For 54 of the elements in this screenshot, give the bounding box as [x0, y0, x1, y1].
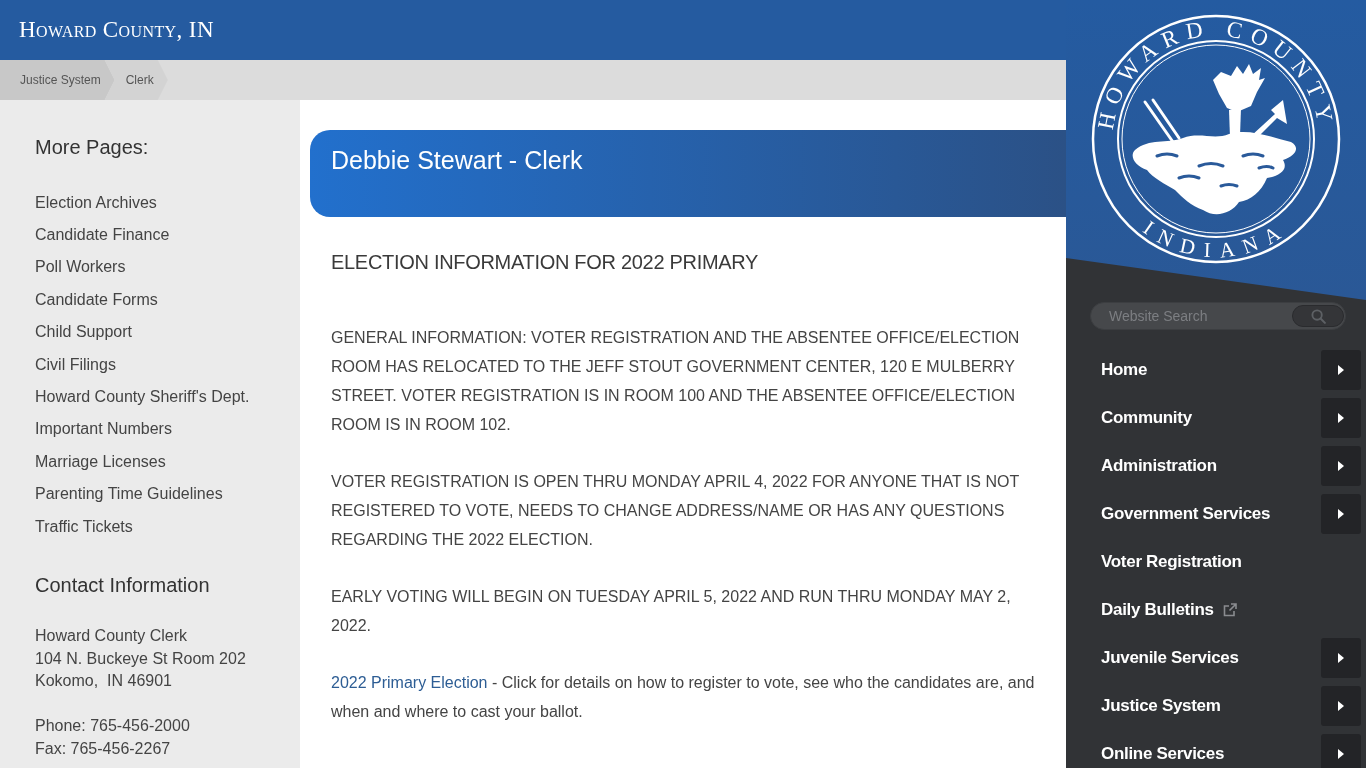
- sidebar-link[interactable]: Candidate Forms: [35, 289, 158, 309]
- page-title: Debbie Stewart - Clerk: [331, 145, 584, 176]
- address-line: 104 N. Buckeye St Room 202: [35, 648, 247, 669]
- caret-right-icon: [1338, 653, 1344, 663]
- sidebar-link[interactable]: Candidate Finance: [35, 225, 170, 245]
- caret-right-icon: [1338, 461, 1344, 471]
- sidebar-link[interactable]: Important Numbers: [35, 419, 172, 439]
- search-button[interactable]: [1292, 305, 1344, 327]
- caret-right-icon: [1338, 365, 1344, 375]
- section-heading: ELECTION INFORMATION FOR 2022 PRIMARY: [331, 250, 760, 275]
- sidebar-link[interactable]: Marriage Licenses: [35, 451, 166, 471]
- breadcrumb-link[interactable]: Justice System: [0, 60, 115, 100]
- site-title[interactable]: Howard County, IN: [19, 16, 214, 44]
- paragraph: EARLY VOTING WILL BEGIN ON TUESDAY APRIL 5, 2022 AND RUN THRU MONDAY MAY 2, 2022.: [331, 587, 1012, 636]
- sidebar-link[interactable]: Child Support: [35, 322, 132, 342]
- address-line: Kokomo, IN 46901: [35, 671, 173, 692]
- phone-text: Phone: 765-456-2000: [35, 716, 191, 737]
- paragraph: 2022 Primary Election - Click for details on how to register to vote, see who the candidates are, and when and where to cast your ballot.: [331, 673, 1036, 722]
- submenu-toggle[interactable]: [1321, 446, 1361, 486]
- sidebar-link[interactable]: Parenting Time Guidelines: [35, 484, 223, 504]
- submenu-toggle[interactable]: [1321, 398, 1361, 438]
- inline-link[interactable]: 2022 Primary Election: [331, 674, 488, 691]
- sidebar-link[interactable]: Election Archives: [35, 192, 157, 212]
- sidebar-heading: Contact Information: [35, 573, 211, 598]
- sidebar-link[interactable]: Poll Workers: [35, 257, 126, 277]
- nav-link[interactable]: Justice System: [1101, 695, 1221, 717]
- paragraph: GENERAL INFORMATION: VOTER REGISTRATION AND THE ABSENTEE OFFICE/ELECTION ROOM HAS RELOCATED TO THE JEFF STOUT GOVERNMENT CENTER, 120 E MULBERRY STREET. VOTER REGISTRATION IS IN ROOM 100 AND THE ABSENTEE OFFICE/ELECTION ROOM IS IN ROOM 102.: [331, 328, 1021, 435]
- nav-link[interactable]: Community: [1101, 407, 1192, 429]
- paragraph: VOTER REGISTRATION IS OPEN THRU MONDAY APRIL 4, 2022 FOR ANYONE THAT IS NOT REGISTERED TO VOTE, NEEDS TO CHANGE ADDRESS/NAME OR HAS ANY QUESTIONS REGARDING THE 2022 ELECTION.: [331, 472, 1020, 550]
- nav-link[interactable]: Voter Registration: [1101, 551, 1242, 573]
- submenu-toggle[interactable]: [1321, 734, 1361, 768]
- sidebar-link[interactable]: Traffic Tickets: [35, 516, 133, 536]
- nav-link[interactable]: Online Services: [1101, 743, 1225, 765]
- sidebar-link[interactable]: Civil Filings: [35, 354, 116, 374]
- breadcrumb-link[interactable]: Clerk: [104, 60, 168, 100]
- search-icon: [1310, 308, 1326, 324]
- caret-right-icon: [1338, 749, 1344, 759]
- caret-right-icon: [1338, 509, 1344, 519]
- nav-link[interactable]: Home: [1101, 359, 1148, 381]
- nav-link[interactable]: Government Services: [1101, 503, 1271, 525]
- submenu-toggle[interactable]: [1321, 350, 1361, 390]
- submenu-toggle[interactable]: [1321, 494, 1361, 534]
- nav-link[interactable]: Administration: [1101, 455, 1217, 477]
- address-line: Howard County Clerk: [35, 626, 189, 647]
- external-link-icon: [1222, 603, 1237, 617]
- nav-link[interactable]: Juvenile Services: [1101, 647, 1239, 669]
- fax-text: Fax: 765-456-2267: [35, 738, 172, 759]
- submenu-toggle[interactable]: [1321, 686, 1361, 726]
- caret-right-icon: [1338, 413, 1344, 423]
- nav-link[interactable]: Daily Bulletins: [1101, 599, 1237, 621]
- sidebar-heading: More Pages:: [35, 135, 150, 159]
- sidebar-link[interactable]: Howard County Sheriff's Dept.: [35, 387, 250, 407]
- caret-right-icon: [1338, 701, 1344, 711]
- submenu-toggle[interactable]: [1321, 638, 1361, 678]
